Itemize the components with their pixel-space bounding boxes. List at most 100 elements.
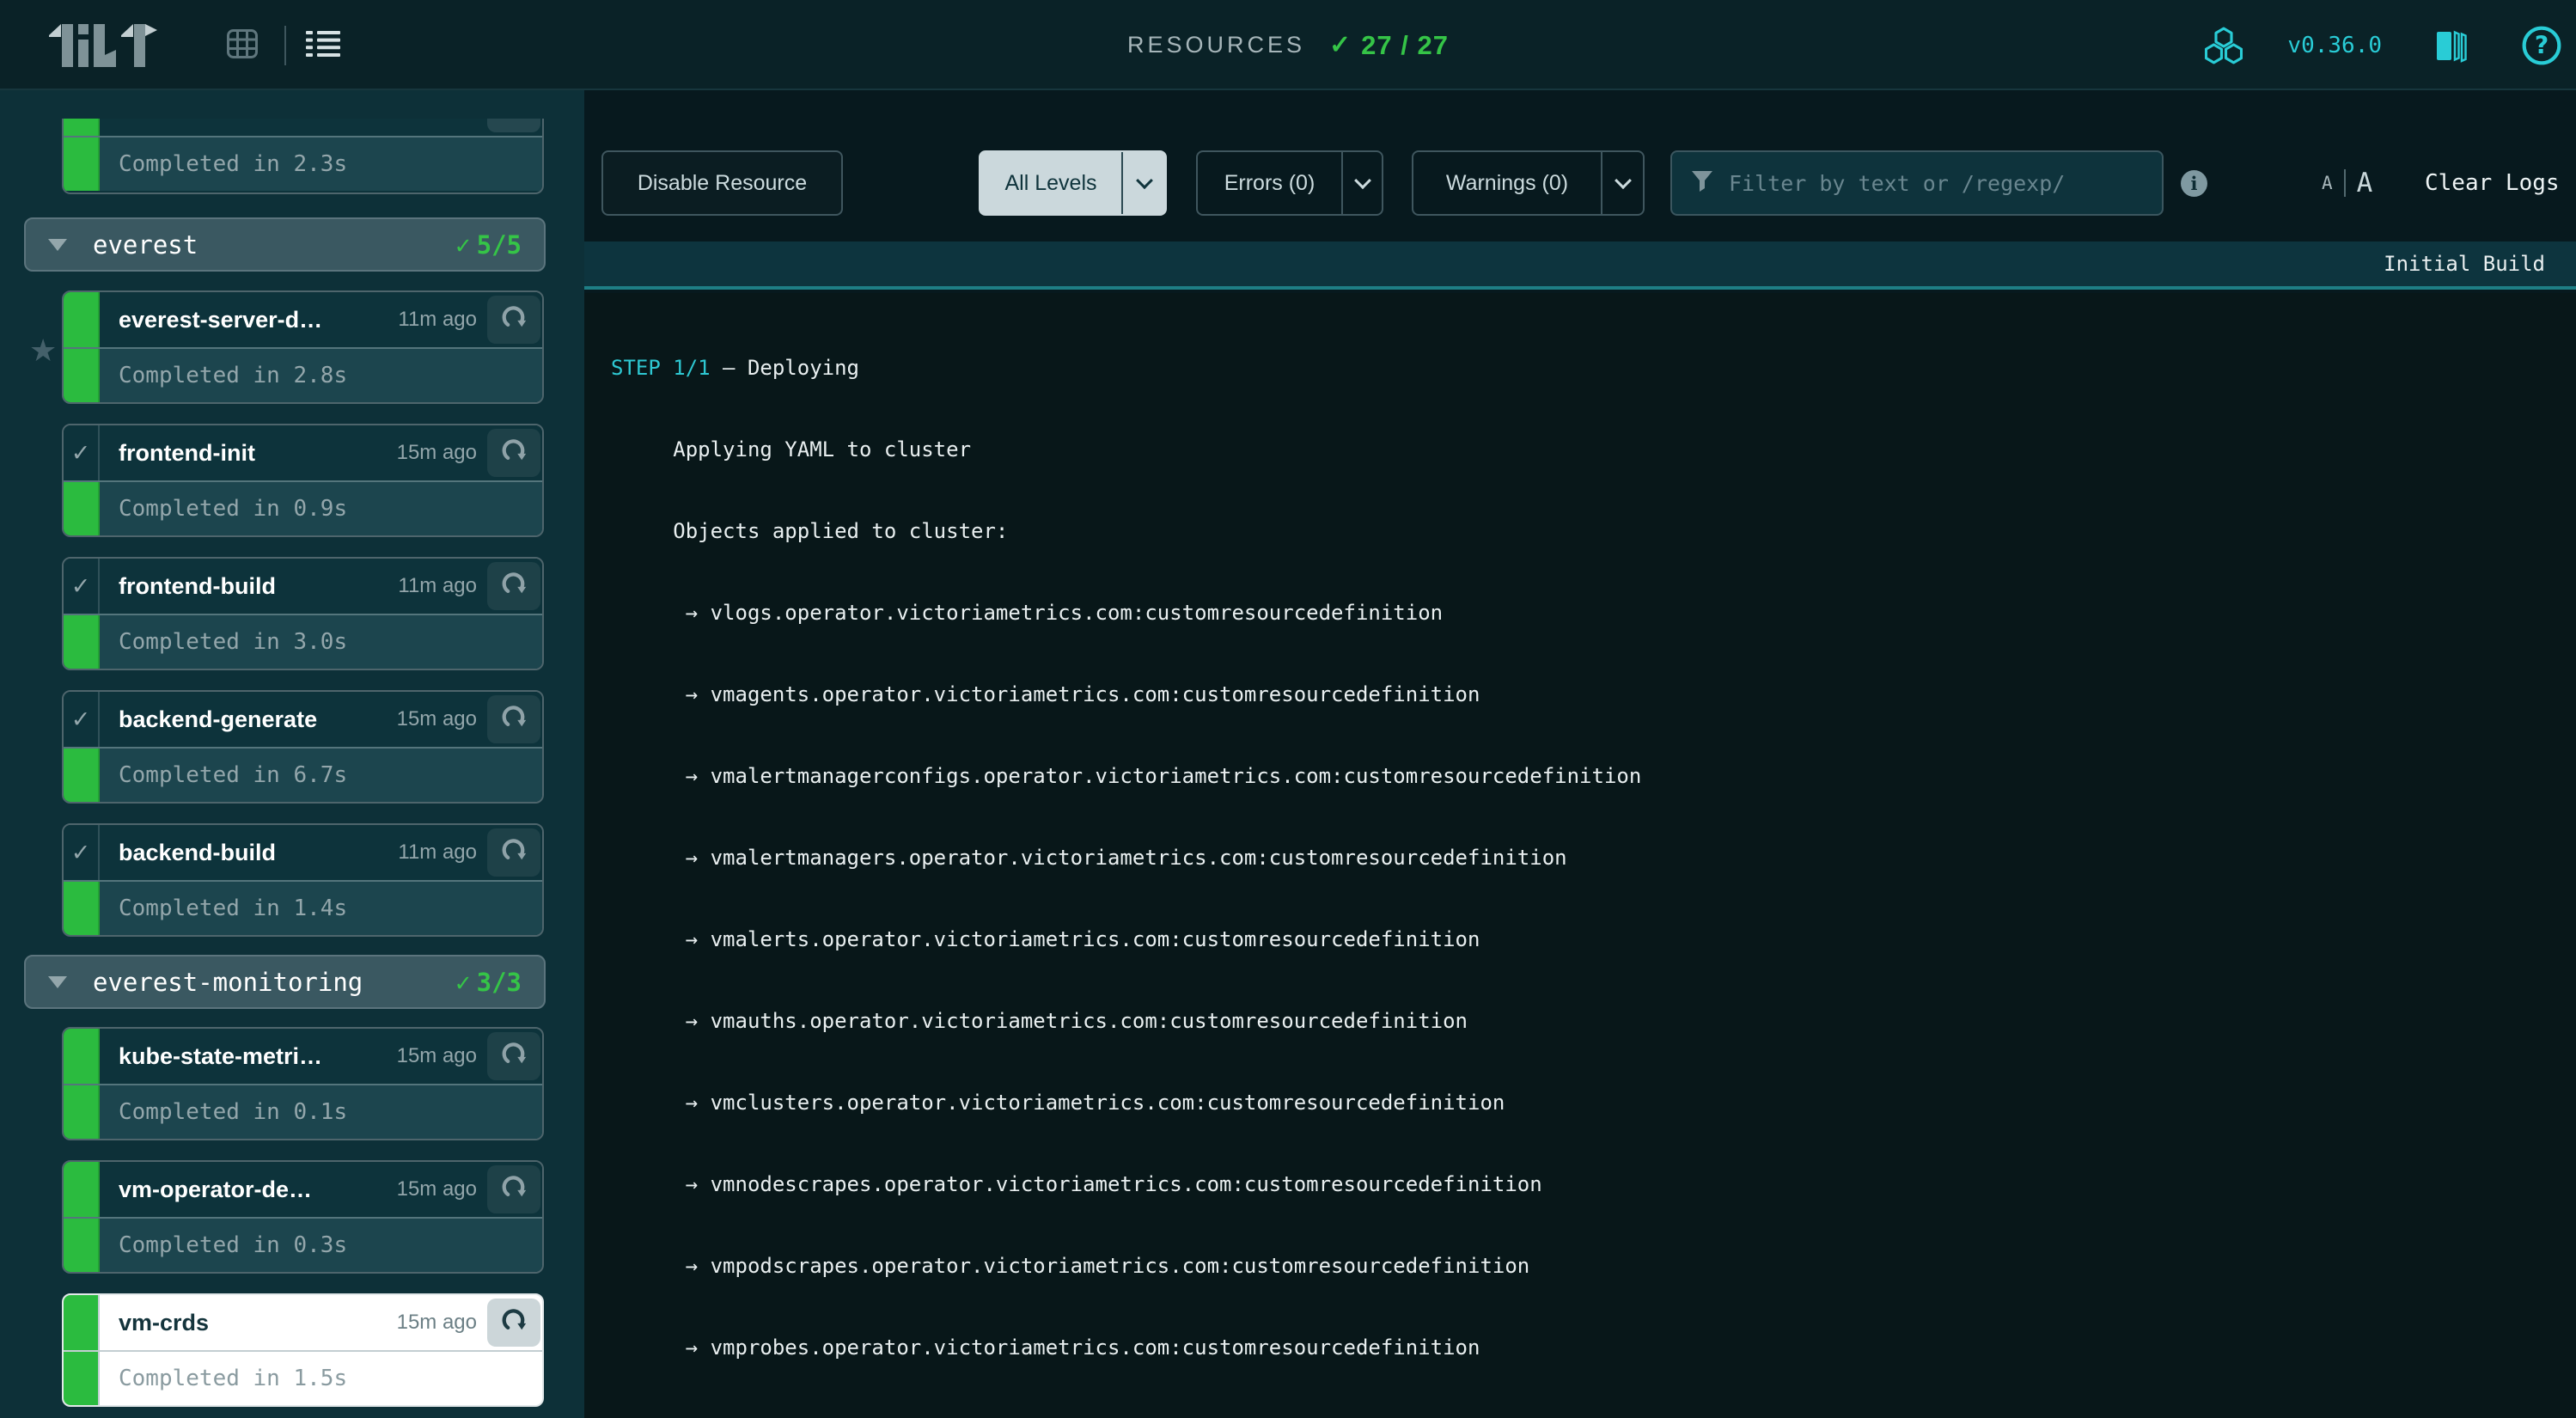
build-detail: Completed in 1.4s: [119, 895, 348, 921]
sidebar-item-frontend-init[interactable]: ✓ frontend-init 15m ago Completed in 0.9…: [62, 424, 544, 537]
build-time-ago: 15m ago: [396, 1044, 477, 1067]
log-line: → vmagents.operator.victoriametrics.com:…: [611, 682, 1480, 706]
sidebar-item-vm-operator[interactable]: vm-operator-de… 15m ago Completed in 0.3…: [62, 1160, 544, 1274]
sidebar-item-vm-crds[interactable]: vm-crds 15m ago Completed in 1.5s: [62, 1293, 544, 1407]
chevron-down-icon: [1135, 172, 1153, 190]
chevron-down-icon: [1353, 172, 1371, 190]
local-status-col: ✓: [64, 692, 100, 747]
group-status-count: ✓ 5/5: [455, 229, 522, 260]
log-output[interactable]: STEP 1/1 — Deploying Applying YAML to cl…: [584, 293, 2576, 1418]
refresh-button[interactable]: [487, 1032, 540, 1080]
build-status-bar: [64, 882, 100, 935]
star-icon[interactable]: ★: [29, 333, 57, 369]
font-size-decrease-button[interactable]: A: [2322, 173, 2333, 193]
build-header-bar: Initial Build: [584, 241, 2576, 290]
svg-text:?: ?: [2535, 31, 2549, 59]
warnings-filter-label[interactable]: Warnings (0): [1413, 152, 1602, 214]
log-level-select[interactable]: All Levels: [979, 150, 1167, 216]
help-icon[interactable]: ?: [2521, 25, 2562, 66]
sidebar-group-everest[interactable]: everest ✓ 5/5: [24, 217, 546, 272]
filter-funnel-icon: [1691, 170, 1713, 197]
build-detail: Completed in 6.7s: [119, 762, 348, 788]
resource-name: backend-generate: [119, 706, 318, 732]
check-icon: ✓: [455, 229, 471, 260]
refresh-icon: [499, 1173, 528, 1207]
check-icon: ✓: [70, 839, 91, 865]
refresh-button[interactable]: [487, 695, 540, 743]
sidebar-item-partial[interactable]: Completed in 2.3s: [62, 119, 544, 194]
refresh-icon: [499, 836, 528, 870]
resource-name: frontend-build: [119, 572, 276, 599]
build-detail: Completed in 2.8s: [119, 363, 348, 388]
refresh-button[interactable]: [487, 429, 540, 477]
font-size-divider: [2343, 169, 2346, 197]
disable-resource-button[interactable]: Disable Resource: [601, 150, 843, 216]
info-icon[interactable]: i: [2181, 170, 2207, 197]
log-line: → vmclusters.operator.victoriametrics.co…: [611, 1091, 1505, 1115]
build-status-bar: [64, 482, 100, 535]
check-icon: ✓: [70, 706, 91, 732]
refresh-button[interactable]: [487, 562, 540, 610]
version-label: v0.36.0: [2287, 32, 2382, 58]
build-status-bar: [64, 349, 100, 402]
check-icon: ✓: [70, 439, 91, 466]
font-size-increase-button[interactable]: A: [2357, 168, 2373, 199]
build-time-ago: 15m ago: [396, 1311, 477, 1334]
refresh-icon: [499, 1306, 528, 1340]
refresh-button[interactable]: [487, 119, 540, 132]
list-view-button[interactable]: [299, 21, 347, 70]
grid-view-button[interactable]: [218, 21, 266, 70]
refresh-icon: [499, 570, 528, 603]
refresh-button[interactable]: [487, 1165, 540, 1213]
list-view-icon: [306, 30, 340, 61]
build-status-bar: [64, 1219, 100, 1272]
refresh-icon: [499, 437, 528, 470]
refresh-icon: [499, 703, 528, 737]
sidebar-item-kube-state-metrics[interactable]: kube-state-metri… 15m ago Completed in 0…: [62, 1027, 544, 1140]
group-label: everest: [93, 229, 198, 260]
refresh-button[interactable]: [487, 1299, 540, 1347]
build-status-bar: [64, 138, 100, 191]
cluster-status-icon[interactable]: [2205, 27, 2243, 64]
log-line: → vmpodscrapes.operator.victoriametrics.…: [611, 1254, 1530, 1278]
sidebar-group-everest-monitoring[interactable]: everest-monitoring ✓ 3/3: [24, 955, 546, 1009]
build-status-bar: [64, 1162, 100, 1217]
build-header-label: Initial Build: [2384, 252, 2545, 276]
check-icon: ✓: [1329, 31, 1352, 59]
log-level-dropdown[interactable]: [1123, 152, 1165, 214]
sidebar-item-frontend-build[interactable]: ✓ frontend-build 11m ago Completed in 3.…: [62, 557, 544, 670]
log-line: → vlogs.operator.victoriametrics.com:cus…: [611, 601, 1444, 625]
chevron-down-icon: [48, 238, 67, 251]
log-line: → vmrules.operator.victoriametrics.com:c…: [611, 1413, 2576, 1418]
check-icon: ✓: [455, 967, 471, 997]
refresh-button[interactable]: [487, 296, 540, 344]
sidebar-item-everest-server[interactable]: everest-server-d… 11m ago Completed in 2…: [62, 290, 544, 404]
log-panel: Disable Resource All Levels Errors (0) W…: [584, 90, 2576, 1418]
log-line: Objects applied to cluster:: [611, 519, 1009, 543]
warnings-dropdown[interactable]: [1602, 152, 1643, 214]
errors-filter-button[interactable]: Errors (0): [1196, 150, 1383, 216]
log-line: → vmnodescrapes.operator.victoriametrics…: [611, 1172, 1542, 1196]
errors-filter-label[interactable]: Errors (0): [1198, 152, 1343, 214]
log-level-label[interactable]: All Levels: [980, 152, 1123, 214]
build-detail: Completed in 3.0s: [119, 629, 348, 655]
errors-dropdown[interactable]: [1343, 152, 1382, 214]
refresh-button[interactable]: [487, 828, 540, 877]
build-status-bar: [64, 119, 100, 136]
clear-logs-button[interactable]: Clear Logs: [2425, 150, 2560, 216]
log-line: Applying YAML to cluster: [611, 437, 972, 461]
build-status-bar: [64, 615, 100, 669]
sidebar-item-backend-build[interactable]: ✓ backend-build 11m ago Completed in 1.4…: [62, 823, 544, 937]
filter-input[interactable]: [1729, 170, 2133, 196]
partial-name-row: [64, 119, 542, 136]
build-detail: Completed in 0.3s: [119, 1232, 348, 1258]
resource-name: kube-state-metri…: [119, 1042, 323, 1069]
build-time-ago: 15m ago: [396, 707, 477, 730]
log-line: → vmalertmanagers.operator.victoriametri…: [611, 846, 1567, 870]
build-status-bar: [64, 292, 100, 347]
warnings-filter-button[interactable]: Warnings (0): [1412, 150, 1645, 216]
log-filter: [1670, 150, 2164, 216]
snapshots-book-icon[interactable]: [2435, 28, 2468, 63]
sidebar-item-backend-generate[interactable]: ✓ backend-generate 15m ago Completed in …: [62, 690, 544, 804]
build-time-ago: 11m ago: [398, 840, 477, 864]
